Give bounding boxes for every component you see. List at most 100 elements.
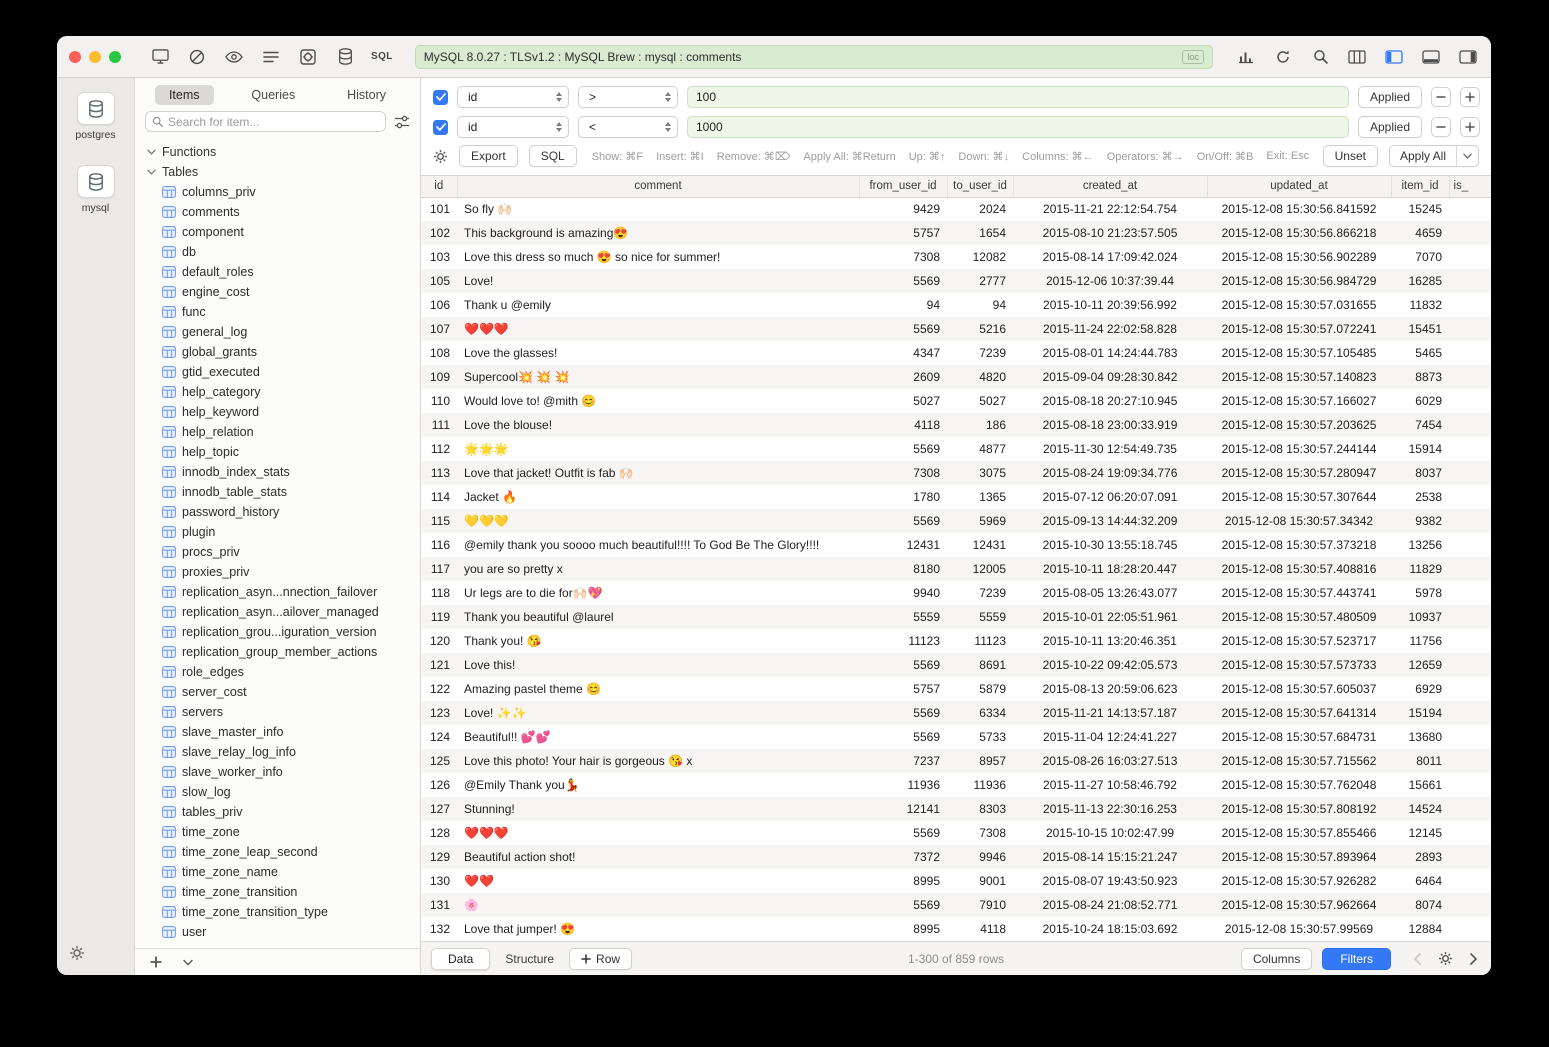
- cell-from-user-id[interactable]: 8995: [859, 869, 947, 893]
- cell-item-id[interactable]: 15451: [1391, 317, 1449, 341]
- cell-item-id[interactable]: 2538: [1391, 485, 1449, 509]
- table-tree-item[interactable]: columns_priv: [135, 182, 420, 202]
- table-row[interactable]: 120 Thank you! 😘 11123 11123 2015-10-11 …: [421, 629, 1491, 653]
- cell-comment[interactable]: ❤️❤️❤️: [457, 317, 859, 341]
- cell-from-user-id[interactable]: 94: [859, 293, 947, 317]
- cell-created-at[interactable]: 2015-08-05 13:26:43.077: [1013, 581, 1207, 605]
- cell-to-user-id[interactable]: 7308: [947, 821, 1013, 845]
- table-row[interactable]: 109 Supercool💥 💥 💥 2609 4820 2015-09-04 …: [421, 365, 1491, 389]
- cell-created-at[interactable]: 2015-08-13 20:59:06.623: [1013, 677, 1207, 701]
- zoom-button[interactable]: [109, 51, 121, 63]
- cell-from-user-id[interactable]: 12431: [859, 533, 947, 557]
- cell-to-user-id[interactable]: 9946: [947, 845, 1013, 869]
- cell-updated-at[interactable]: 2015-12-08 15:30:57.715562: [1207, 749, 1391, 773]
- cell-item-id[interactable]: 6464: [1391, 869, 1449, 893]
- cell-is[interactable]: [1449, 773, 1491, 797]
- cell-comment[interactable]: Beautiful action shot!: [457, 845, 859, 869]
- cell-is[interactable]: [1449, 845, 1491, 869]
- cell-is[interactable]: [1449, 917, 1491, 941]
- cell-comment[interactable]: @Emily Thank you💃: [457, 773, 859, 797]
- cell-from-user-id[interactable]: 5559: [859, 605, 947, 629]
- cell-is[interactable]: [1449, 197, 1491, 221]
- cell-id[interactable]: 111: [421, 413, 457, 437]
- table-row[interactable]: 127 Stunning! 12141 8303 2015-11-13 22:3…: [421, 797, 1491, 821]
- column-view-icon[interactable]: [1346, 46, 1368, 68]
- table-row[interactable]: 132 Love that jumper! 😍 8995 4118 2015-1…: [421, 917, 1491, 941]
- queries-list-icon[interactable]: [260, 46, 282, 68]
- table-row[interactable]: 131 🌸 5569 7910 2015-08-24 21:08:52.771 …: [421, 893, 1491, 917]
- cell-is[interactable]: [1449, 341, 1491, 365]
- column-header-comment[interactable]: comment: [457, 176, 859, 197]
- cell-id[interactable]: 120: [421, 629, 457, 653]
- cell-id[interactable]: 114: [421, 485, 457, 509]
- cell-item-id[interactable]: 15661: [1391, 773, 1449, 797]
- cell-item-id[interactable]: 16285: [1391, 269, 1449, 293]
- cell-is[interactable]: [1449, 869, 1491, 893]
- apply-all-button[interactable]: Apply All: [1389, 145, 1479, 167]
- cell-id[interactable]: 126: [421, 773, 457, 797]
- cell-id[interactable]: 123: [421, 701, 457, 725]
- cell-is[interactable]: [1449, 317, 1491, 341]
- sql-button[interactable]: SQL: [529, 145, 577, 167]
- cell-to-user-id[interactable]: 4118: [947, 917, 1013, 941]
- cell-from-user-id[interactable]: 7308: [859, 461, 947, 485]
- cell-comment[interactable]: Ur legs are to die for🙌🏻💖: [457, 581, 859, 605]
- filter-options-icon[interactable]: [394, 115, 410, 129]
- cell-is[interactable]: [1449, 293, 1491, 317]
- table-row[interactable]: 115 💛💛💛 5569 5969 2015-09-13 14:44:32.20…: [421, 509, 1491, 533]
- column-header-to-user-id[interactable]: to_user_id: [947, 176, 1013, 197]
- cell-created-at[interactable]: 2015-08-14 15:15:21.247: [1013, 845, 1207, 869]
- table-tree-item[interactable]: user: [135, 922, 420, 942]
- cell-id[interactable]: 132: [421, 917, 457, 941]
- cell-from-user-id[interactable]: 5569: [859, 653, 947, 677]
- cell-updated-at[interactable]: 2015-12-08 15:30:57.480509: [1207, 605, 1391, 629]
- cell-from-user-id[interactable]: 5569: [859, 437, 947, 461]
- cell-updated-at[interactable]: 2015-12-08 15:30:56.866218: [1207, 221, 1391, 245]
- table-row[interactable]: 111 Love the blouse! 4118 186 2015-08-18…: [421, 413, 1491, 437]
- minimize-button[interactable]: [89, 51, 101, 63]
- cell-comment[interactable]: ❤️❤️: [457, 869, 859, 893]
- cell-item-id[interactable]: 7454: [1391, 413, 1449, 437]
- cell-id[interactable]: 118: [421, 581, 457, 605]
- cell-to-user-id[interactable]: 8957: [947, 749, 1013, 773]
- cell-updated-at[interactable]: 2015-12-08 15:30:57.641314: [1207, 701, 1391, 725]
- cell-created-at[interactable]: 2015-10-15 10:02:47.99: [1013, 821, 1207, 845]
- cell-created-at[interactable]: 2015-07-12 06:20:07.091: [1013, 485, 1207, 509]
- table-row[interactable]: 123 Love! ✨✨ 5569 6334 2015-11-21 14:13:…: [421, 701, 1491, 725]
- cell-from-user-id[interactable]: 5757: [859, 677, 947, 701]
- cell-from-user-id[interactable]: 4118: [859, 413, 947, 437]
- database-icon[interactable]: [334, 46, 356, 68]
- filter-operator-select[interactable]: >: [578, 86, 678, 108]
- table-tree-item[interactable]: servers: [135, 702, 420, 722]
- table-tree-item[interactable]: procs_priv: [135, 542, 420, 562]
- cell-updated-at[interactable]: 2015-12-08 15:30:57.573733: [1207, 653, 1391, 677]
- table-row[interactable]: 119 Thank you beautiful @laurel 5559 555…: [421, 605, 1491, 629]
- cell-to-user-id[interactable]: 12082: [947, 245, 1013, 269]
- cell-item-id[interactable]: 15245: [1391, 197, 1449, 221]
- table-row[interactable]: 124 Beautiful!! 💕💕 5569 5733 2015-11-04 …: [421, 725, 1491, 749]
- cell-created-at[interactable]: 2015-10-11 13:20:46.351: [1013, 629, 1207, 653]
- cell-updated-at[interactable]: 2015-12-08 15:30:57.34342: [1207, 509, 1391, 533]
- cell-id[interactable]: 112: [421, 437, 457, 461]
- column-header-updated-at[interactable]: updated_at: [1207, 176, 1391, 197]
- table-row[interactable]: 118 Ur legs are to die for🙌🏻💖 9940 7239 …: [421, 581, 1491, 605]
- table-row[interactable]: 126 @Emily Thank you💃 11936 11936 2015-1…: [421, 773, 1491, 797]
- add-filter-button[interactable]: [1460, 87, 1480, 107]
- tab-items[interactable]: Items: [155, 85, 214, 105]
- tab-history[interactable]: History: [333, 85, 400, 105]
- cell-id[interactable]: 103: [421, 245, 457, 269]
- table-row[interactable]: 114 Jacket 🔥 1780 1365 2015-07-12 06:20:…: [421, 485, 1491, 509]
- cell-is[interactable]: [1449, 533, 1491, 557]
- table-tree-item[interactable]: replication_asyn...nnection_failover: [135, 582, 420, 602]
- cell-is[interactable]: [1449, 413, 1491, 437]
- cell-is[interactable]: [1449, 485, 1491, 509]
- cell-id[interactable]: 110: [421, 389, 457, 413]
- cell-to-user-id[interactable]: 186: [947, 413, 1013, 437]
- cell-comment[interactable]: 💛💛💛: [457, 509, 859, 533]
- cell-item-id[interactable]: 8037: [1391, 461, 1449, 485]
- tab-data[interactable]: Data: [431, 948, 490, 970]
- cell-updated-at[interactable]: 2015-12-08 15:30:57.99569: [1207, 917, 1391, 941]
- cell-created-at[interactable]: 2015-08-18 23:00:33.919: [1013, 413, 1207, 437]
- cell-created-at[interactable]: 2015-11-27 10:58:46.792: [1013, 773, 1207, 797]
- cell-id[interactable]: 101: [421, 197, 457, 221]
